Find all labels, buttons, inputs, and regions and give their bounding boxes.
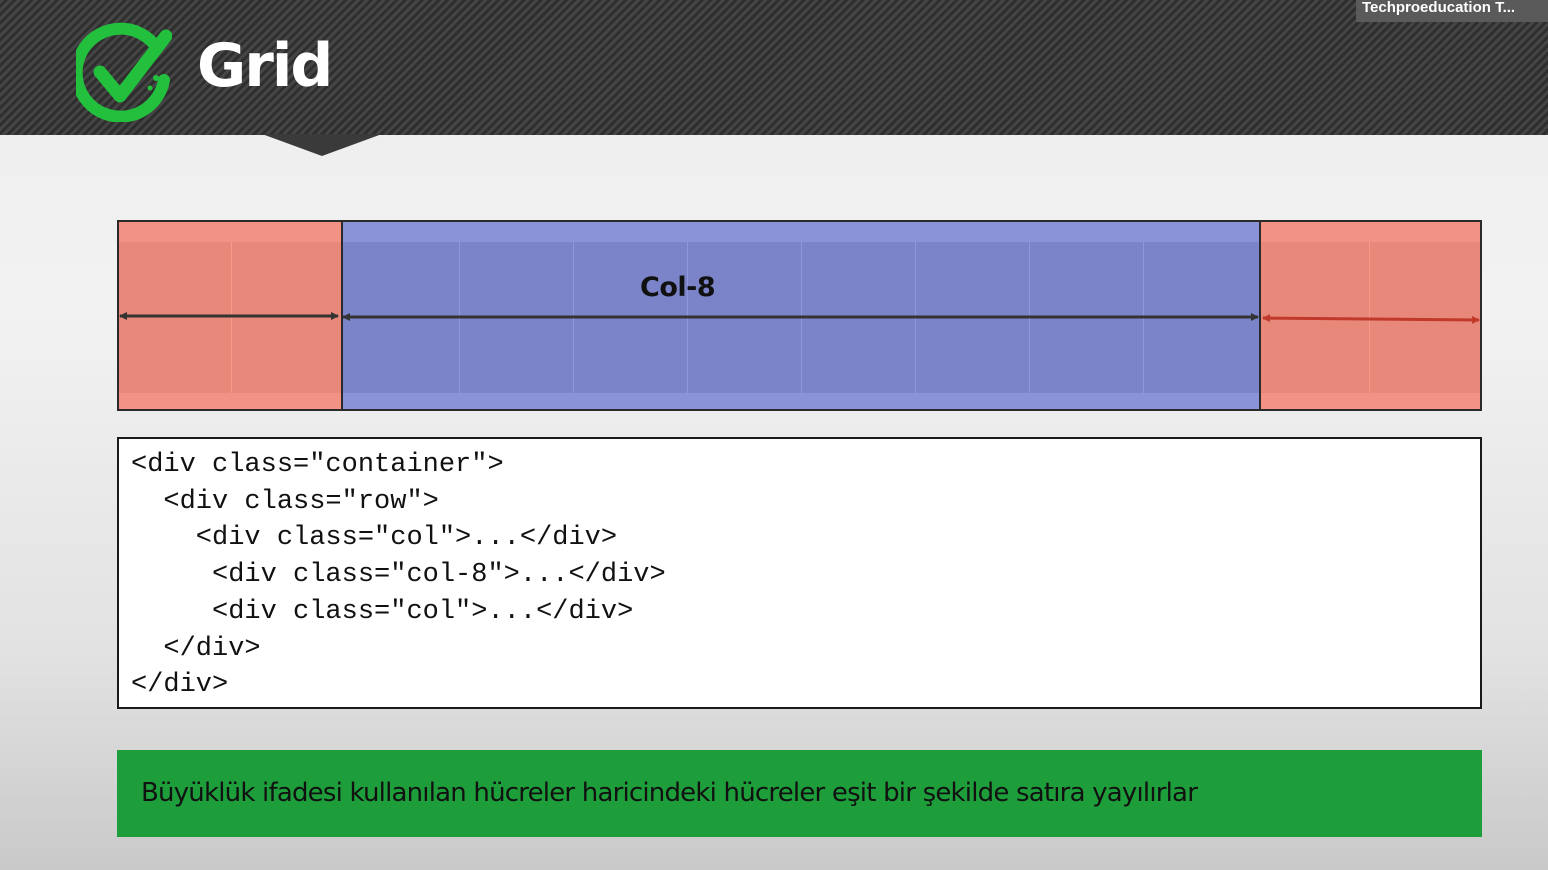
col-8-label: Col-8 xyxy=(640,272,716,303)
grid-demo xyxy=(117,220,1482,411)
code-line: <div class="col-8">...</div> xyxy=(131,560,666,591)
slide-title: Grid xyxy=(197,31,333,101)
code-line: </div> xyxy=(131,633,261,664)
code-snippet: <div class="container"> <div class="row"… xyxy=(117,437,1482,709)
code-line: <div class="row"> xyxy=(131,486,439,517)
presenter-name-tag: Techproeducation T... xyxy=(1356,0,1548,22)
explanation-text: Büyüklük ifadesi kullanılan hücreler har… xyxy=(141,778,1198,808)
explanation-banner: Büyüklük ifadesi kullanılan hücreler har… xyxy=(117,750,1482,837)
column-col-8 xyxy=(341,222,1261,409)
code-line: <div class="col">...</div> xyxy=(131,523,618,554)
column-left xyxy=(119,222,341,409)
check-circle-icon xyxy=(76,22,172,122)
column-right xyxy=(1261,222,1480,409)
code-line: </div> xyxy=(131,670,229,701)
code-line: <div class="col">...</div> xyxy=(131,596,634,627)
code-line: <div class="container"> xyxy=(131,450,504,480)
header-notch xyxy=(262,134,382,156)
